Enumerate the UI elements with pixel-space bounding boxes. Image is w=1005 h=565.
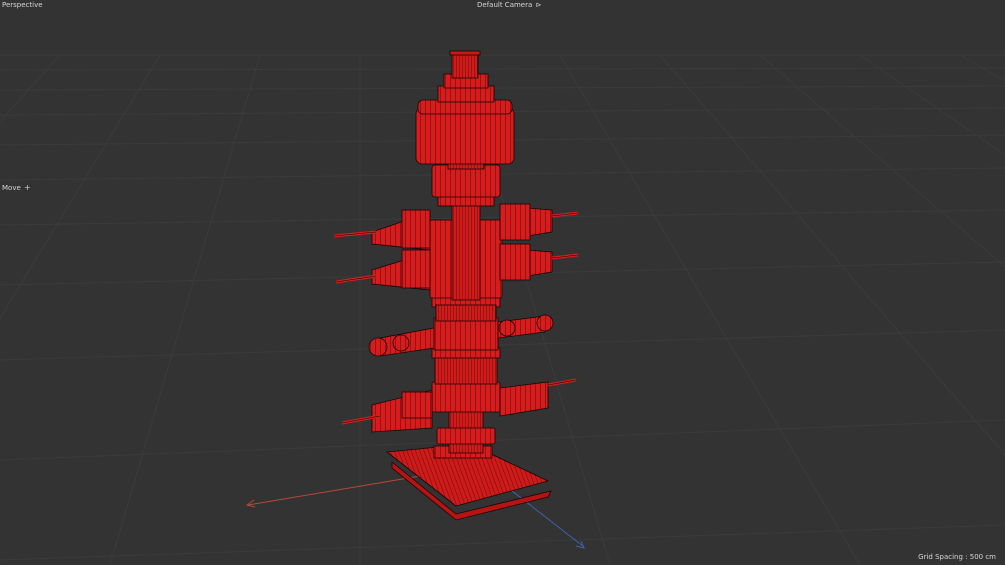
viewport-scene[interactable] xyxy=(0,0,1005,565)
active-tool-indicator: Move + xyxy=(2,183,31,193)
move-crosshair-icon: + xyxy=(24,183,31,192)
top-adapter-drum xyxy=(415,107,515,165)
active-tool-label: Move xyxy=(2,184,21,192)
top-cap xyxy=(451,51,479,79)
lower-right-valve xyxy=(499,381,549,417)
wellhead-model xyxy=(333,50,579,521)
x-axis-arrow-icon xyxy=(245,499,256,508)
middle-spool xyxy=(433,317,499,351)
lower-valve-block xyxy=(431,381,501,413)
grid-spacing-readout: Grid Spacing : 500 cm xyxy=(918,553,996,561)
view-name-label[interactable]: Perspective xyxy=(2,1,43,10)
3d-viewport[interactable]: Perspective Default Camera ⊳ Move + Grid… xyxy=(0,0,1005,565)
camera-selector[interactable]: Default Camera ⊳ xyxy=(477,1,541,10)
upper-spool xyxy=(431,164,501,198)
camera-name-label: Default Camera xyxy=(477,1,533,9)
camera-icon[interactable]: ⊳ xyxy=(536,1,542,9)
